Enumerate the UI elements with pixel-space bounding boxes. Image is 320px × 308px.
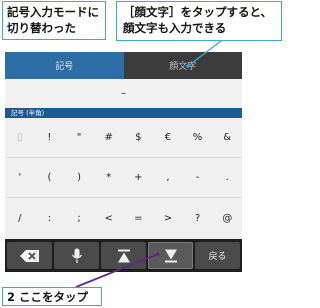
voice-input-button[interactable] [54,242,99,269]
step-number: 2 [7,289,16,304]
symbol-key[interactable]: / [5,198,35,239]
symbol-key[interactable]: ; [64,198,94,239]
symbol-key[interactable]: @ [212,198,242,239]
symbol-grid: ▯ ! " # $ € % & ' ( ) * + , - . / : ; < … [5,118,242,239]
keyboard-bottom-bar: 戻る [5,239,242,272]
symbol-key[interactable]: * [94,158,124,197]
symbol-key[interactable]: ( [35,158,65,197]
symbol-key[interactable]: % [183,118,213,157]
symbol-key[interactable]: & [212,118,242,157]
symbol-key[interactable]: - [183,158,213,197]
step-text: ここをタップ [19,289,89,304]
callout-text: 記号入力モードに [7,5,99,19]
callout-symbol-mode: 記号入力モードに 切り替わった [2,1,106,40]
symbol-row: ▯ ! " # $ € % & [5,118,242,158]
category-label: 記号 (半角) [5,108,242,118]
symbol-key[interactable]: ▯ [5,118,35,157]
symbol-key[interactable]: ) [64,158,94,197]
input-text: – [121,88,126,99]
keyboard-screen: 記号 顔文字 – 記号 (半角) ▯ ! " # $ € % & ' ( ) *… [5,52,242,272]
symbol-row: ' ( ) * + , - . [5,158,242,198]
microphone-icon [71,248,82,263]
callout-text: 切り替わった [7,21,76,35]
tab-symbols[interactable]: 記号 [5,52,124,79]
tab-emoticons[interactable]: 顔文字 [123,52,242,79]
back-button[interactable]: 戻る [195,242,240,269]
backspace-icon [19,249,39,262]
symbol-key[interactable]: < [94,198,124,239]
step-instruction: 2 ここをタップ [2,287,102,306]
callout-text: 顔文字も入力できる [123,21,227,35]
symbol-key[interactable]: € [153,118,183,157]
symbol-key[interactable]: ' [5,158,35,197]
symbol-row: / : ; < = > ? @ [5,198,242,239]
page-up-button[interactable] [101,242,146,269]
page-down-button[interactable] [148,242,193,269]
symbol-key[interactable]: " [64,118,94,157]
symbol-key[interactable]: > [153,198,183,239]
page-up-icon [117,249,130,262]
symbol-key[interactable]: : [35,198,65,239]
tab-bar: 記号 顔文字 [5,52,242,79]
symbol-key[interactable]: , [153,158,183,197]
symbol-key[interactable]: . [212,158,242,197]
symbol-key[interactable]: + [124,158,154,197]
symbol-key[interactable]: ! [35,118,65,157]
symbol-key[interactable]: $ [124,118,154,157]
symbol-key[interactable]: ? [183,198,213,239]
page-down-icon [164,249,177,262]
symbol-key[interactable]: # [94,118,124,157]
text-input-field[interactable]: – [5,79,242,108]
backspace-button[interactable] [7,242,52,269]
callout-text: ［顔文字］をタップすると、 [123,5,273,19]
callout-emoticon-tip: ［顔文字］をタップすると、 顔文字も入力できる [116,1,282,41]
symbol-key[interactable]: = [124,198,154,239]
